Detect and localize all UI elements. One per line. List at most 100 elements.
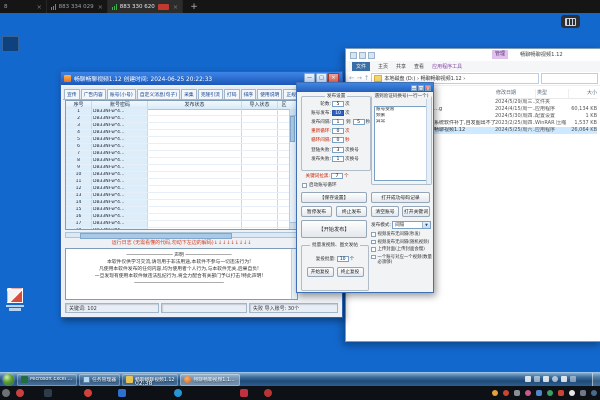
table-row[interactable]: 5 DB33NFw*4… bbox=[66, 137, 290, 144]
publish-mode-select[interactable]: 间隔 ▼ bbox=[392, 221, 431, 229]
session-tab-1[interactable]: 883 334 029 × bbox=[47, 0, 108, 13]
number-input[interactable]: 3 bbox=[332, 147, 344, 153]
number-input[interactable]: 7 bbox=[331, 173, 343, 179]
app-tab[interactable]: 克隆引流 bbox=[198, 89, 223, 99]
table-row[interactable]: 7 DB33NFw*4… bbox=[66, 151, 290, 158]
table-row[interactable]: 4 DB33NFw*4… bbox=[66, 130, 290, 137]
file-row[interactable]: 畅聊视频1.12 2024/5/25/周六… 应用程序 26,064 KB bbox=[434, 127, 597, 134]
table-row[interactable]: 3 DB33NFw*4… bbox=[66, 123, 290, 130]
tray-icon[interactable] bbox=[514, 390, 520, 396]
start-publish-button[interactable]: 【开始发布】 bbox=[301, 220, 367, 238]
number-input[interactable]: 10 bbox=[337, 256, 349, 262]
app-icon[interactable] bbox=[2, 389, 10, 397]
table-row[interactable]: 9 DB33NFw*4… bbox=[66, 165, 290, 172]
column-header-type[interactable]: 类型 bbox=[536, 89, 569, 98]
app-icon[interactable] bbox=[240, 389, 248, 397]
taskbar-button[interactable]: 任务管理器 bbox=[79, 374, 120, 386]
option-checkbox[interactable]: 视频发布无间隔(随机视频) bbox=[371, 240, 433, 245]
table-row[interactable]: 1 DB33NFw*4… bbox=[66, 109, 290, 116]
tray-icon[interactable] bbox=[525, 390, 531, 396]
minimize-button[interactable]: — bbox=[411, 85, 417, 91]
number-input[interactable]: 10 bbox=[332, 110, 344, 116]
loop-accounts-checkbox[interactable]: 启动账号循环 bbox=[302, 182, 337, 188]
vertical-scrollbar[interactable] bbox=[289, 109, 296, 229]
start-button[interactable] bbox=[3, 374, 14, 385]
tray-icon[interactable] bbox=[547, 390, 553, 396]
table-row[interactable]: 17 DB33NFw*4… bbox=[66, 221, 290, 228]
table-row[interactable]: 16 DB33NFw*4… bbox=[66, 214, 290, 221]
action-center-icon[interactable] bbox=[561, 376, 567, 382]
desktop-icon[interactable] bbox=[2, 36, 19, 52]
close-button[interactable]: × bbox=[425, 85, 431, 91]
table-row[interactable]: 13 DB33NFw*4… bbox=[66, 193, 290, 200]
app-tab[interactable]: 排序 bbox=[241, 89, 257, 99]
tray-icon[interactable] bbox=[580, 390, 586, 396]
app-icon[interactable] bbox=[84, 389, 92, 397]
close-icon[interactable]: × bbox=[173, 3, 178, 11]
app-tab[interactable]: 自定义消息(句子) bbox=[137, 89, 180, 99]
tray-icon[interactable] bbox=[525, 376, 531, 382]
table-row[interactable]: 2 DB33NFw*4… bbox=[66, 116, 290, 123]
log-textarea[interactable]: ──────────────── 声明 ────────────────本软件仅… bbox=[65, 248, 298, 300]
tray-icon[interactable] bbox=[536, 390, 542, 396]
table-row[interactable]: 10 DB33NFw*4… bbox=[66, 172, 290, 179]
show-desktop-button[interactable] bbox=[592, 373, 600, 386]
tray-icon[interactable] bbox=[591, 390, 597, 396]
tab-app-tools[interactable]: 应用程序工具 bbox=[432, 63, 462, 70]
app-tab[interactable]: 广告内容 bbox=[81, 89, 106, 99]
clear-accounts-button[interactable]: 清空账号 bbox=[371, 206, 399, 217]
table-row[interactable]: 14 DB33NFw*4… bbox=[66, 200, 290, 207]
close-icon[interactable]: × bbox=[98, 3, 103, 11]
app-icon[interactable] bbox=[264, 389, 272, 397]
table-row[interactable]: 11 DB33NFw*4… bbox=[66, 179, 290, 186]
explorer-context-chip[interactable]: 管理 bbox=[492, 50, 508, 59]
tray-icon[interactable] bbox=[503, 390, 509, 396]
session-tab-2-active[interactable]: 883 330 620 × bbox=[108, 0, 183, 13]
tray-icon[interactable] bbox=[492, 390, 498, 396]
list-scrollbar[interactable] bbox=[426, 99, 431, 184]
number-input[interactable]: 0 bbox=[332, 137, 344, 143]
open-success-log-button[interactable]: 打开成功号码记录 bbox=[371, 192, 430, 203]
new-session-button[interactable]: + bbox=[183, 2, 205, 12]
tab-file[interactable]: 文件 bbox=[352, 62, 370, 71]
file-row[interactable]: 2024/5/29/周三… 文件夹 bbox=[434, 99, 597, 106]
file-row[interactable]: …g 2024/4/15/周一… 应用程序 60,134 KB bbox=[434, 106, 597, 113]
taskbar-button[interactable]: Microsoft Excel - … bbox=[17, 374, 77, 386]
volume-icon[interactable] bbox=[543, 376, 549, 382]
app-tab[interactable]: 打码 bbox=[224, 89, 240, 99]
app-icon[interactable] bbox=[118, 389, 126, 397]
table-row[interactable]: 8 DB33NFw*4… bbox=[66, 158, 290, 165]
tab-share[interactable]: 共享 bbox=[396, 63, 406, 70]
close-icon[interactable]: × bbox=[37, 3, 42, 11]
network-icon[interactable] bbox=[552, 376, 558, 382]
maximize-button[interactable]: □ bbox=[418, 85, 424, 91]
pause-publish-button[interactable]: 暂停发布 bbox=[301, 206, 332, 217]
column-header-date[interactable]: 修改日期 bbox=[496, 89, 536, 98]
session-tab-partial[interactable]: 8 × bbox=[0, 0, 47, 13]
app-tab[interactable]: 宣传 bbox=[64, 89, 80, 99]
captcha-keyword-list[interactable]: 账号受限频繁异常 bbox=[374, 106, 429, 181]
quick-access-toolbar[interactable] bbox=[350, 52, 377, 59]
number-input[interactable]: 5 bbox=[332, 101, 344, 107]
desktop-icon[interactable] bbox=[4, 288, 26, 315]
option-checkbox[interactable]: 一个账号对应一个视频(数量必须够) bbox=[371, 255, 433, 265]
tab-home[interactable]: 主页 bbox=[378, 63, 388, 70]
search-input[interactable] bbox=[541, 73, 598, 84]
stop-repost-button[interactable]: 终止复投 bbox=[337, 267, 364, 277]
option-checkbox[interactable]: 上传封面(上传封面会慢) bbox=[371, 247, 433, 252]
app-icon[interactable] bbox=[16, 389, 24, 397]
file-row[interactable]: 2024/5/30/周四… 配置设置 1 KB bbox=[434, 113, 597, 120]
save-settings-button[interactable]: 【保存设置】 bbox=[301, 192, 367, 203]
table-row[interactable]: 18 DB33NFw*4… bbox=[66, 228, 290, 229]
tab-view[interactable]: 查看 bbox=[414, 63, 424, 70]
app-tab[interactable]: 采集 bbox=[181, 89, 197, 99]
tray-icon[interactable] bbox=[534, 376, 540, 382]
tray-icon[interactable] bbox=[558, 390, 564, 396]
tray-icon[interactable] bbox=[570, 376, 576, 382]
app-icon[interactable] bbox=[44, 389, 52, 397]
app-tab[interactable]: 账号(小号) bbox=[107, 89, 136, 99]
table-row[interactable]: 15 DB33NFw*4… bbox=[66, 207, 290, 214]
file-row[interactable]: 系统软件补丁,自发图出不了就装下 2023/2/25/周四… WinRAR 压缩… bbox=[434, 120, 597, 127]
app-icon[interactable] bbox=[174, 389, 182, 397]
column-header-size[interactable]: 大小 bbox=[569, 89, 597, 98]
